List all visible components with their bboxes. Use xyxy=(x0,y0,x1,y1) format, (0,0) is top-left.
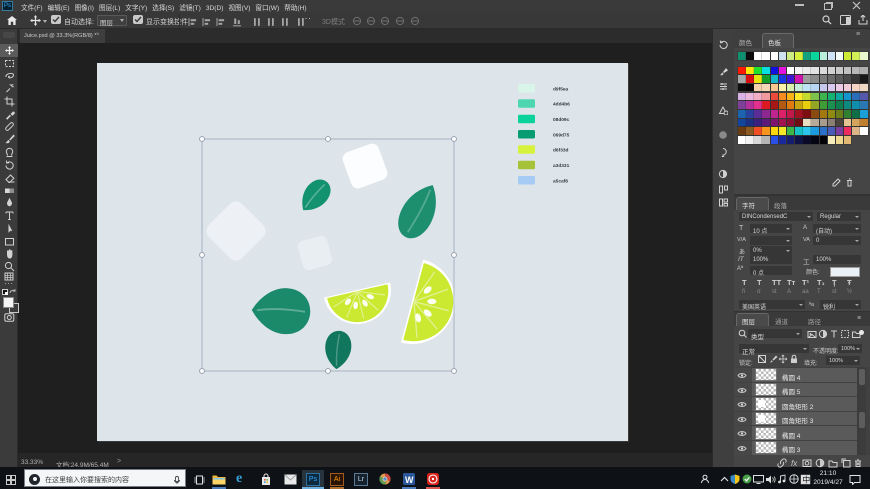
svg-text:4dd4b6: 4dd4b6 xyxy=(553,102,570,108)
svg-text:d9f5ea: d9f5ea xyxy=(553,86,569,92)
svg-text:a3d331: a3d331 xyxy=(553,163,570,169)
svg-text:069d75: 069d75 xyxy=(553,132,570,138)
svg-text:W: W xyxy=(405,475,414,485)
svg-text:d6f33d: d6f33d xyxy=(553,148,569,154)
svg-text:a5caf8: a5caf8 xyxy=(553,178,568,184)
svg-text:fx: fx xyxy=(791,459,798,468)
svg-text:08d09c: 08d09c xyxy=(553,117,570,123)
